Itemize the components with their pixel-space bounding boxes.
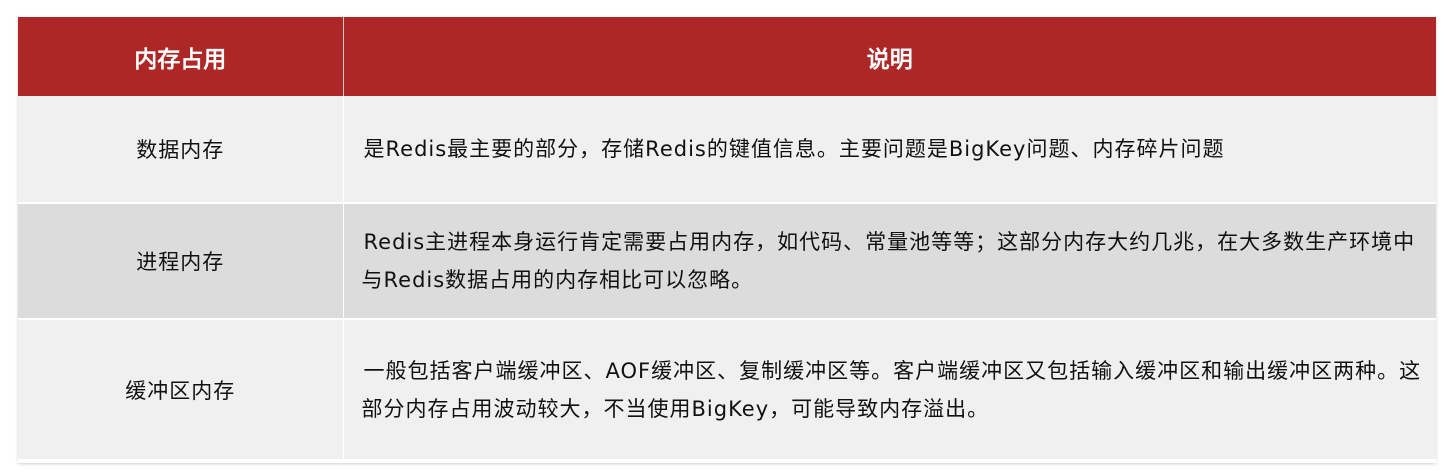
row-description: 一般包括客户端缓冲区、AOF缓冲区、复制缓冲区等。客户端缓冲区又包括输入缓冲区和… [343,319,1436,461]
row-description: 是Redis最主要的部分，存储Redis的键值信息。主要问题是BigKey问题、… [343,96,1436,204]
table-row: 进程内存 Redis主进程本身运行肯定需要占用内存，如代码、常量池等等；这部分内… [18,203,1436,320]
memory-usage-table-frame: 内存占用 说明 数据内存 是Redis最主要的部分，存储Redis的键值信息。主… [18,17,1436,463]
memory-usage-table: 内存占用 说明 数据内存 是Redis最主要的部分，存储Redis的键值信息。主… [18,17,1436,461]
table-row: 缓冲区内存 一般包括客户端缓冲区、AOF缓冲区、复制缓冲区等。客户端缓冲区又包括… [18,319,1436,461]
header-memory-usage: 内存占用 [18,17,344,96]
row-name: 缓冲区内存 [18,319,344,461]
table-row: 数据内存 是Redis最主要的部分，存储Redis的键值信息。主要问题是BigK… [18,96,1436,204]
row-description: Redis主进程本身运行肯定需要占用内存，如代码、常量池等等；这部分内存大约几兆… [343,203,1436,320]
header-description: 说明 [343,17,1436,96]
row-name: 数据内存 [18,96,344,204]
table-header-row: 内存占用 说明 [18,17,1436,96]
row-name: 进程内存 [18,203,344,320]
